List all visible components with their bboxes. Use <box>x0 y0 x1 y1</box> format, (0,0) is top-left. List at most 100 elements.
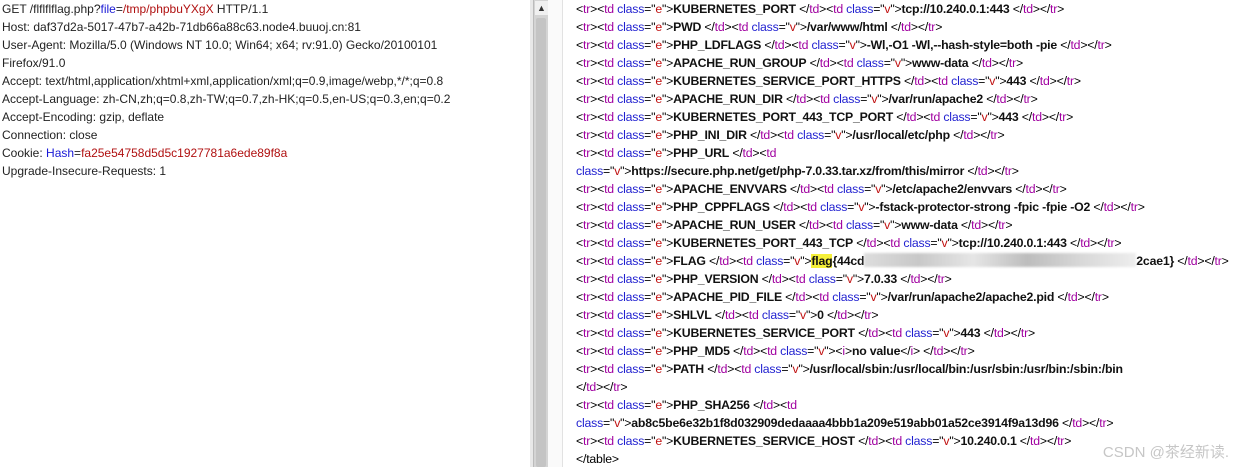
code-token: < <box>825 218 833 232</box>
code-token: </ <box>781 290 796 304</box>
code-token: > <box>1101 290 1109 304</box>
code-token: < <box>576 434 583 448</box>
code-token: ></ <box>987 164 1005 178</box>
code-token: td <box>742 146 753 160</box>
code-token: =" <box>838 38 850 52</box>
env-value: /var/www/html <box>806 20 888 34</box>
code-token: "> <box>841 128 853 142</box>
scroll-up-arrow-icon[interactable]: ▲ <box>535 1 548 15</box>
code-token: class <box>793 128 825 142</box>
code-token: "> <box>987 110 999 124</box>
code-token: "> <box>661 290 674 304</box>
scrollbar-thumb[interactable] <box>536 18 546 467</box>
source-line: </table> <box>576 450 619 468</box>
code-token: td <box>760 128 771 142</box>
code-token: =" <box>783 254 795 268</box>
response-pane: <tr><td class="e">KUBERNETES_PORT </td><… <box>563 0 1243 467</box>
code-token: =" <box>644 182 656 196</box>
code-token: e <box>655 74 662 88</box>
code-token: class <box>816 200 848 214</box>
code-token: "> <box>661 272 674 286</box>
env-key: PATH <box>673 362 704 376</box>
code-token: </ <box>919 344 934 358</box>
code-token: e <box>655 2 662 16</box>
code-token: td <box>819 56 830 70</box>
env-value: 0 <box>817 308 824 322</box>
code-token: < <box>576 254 583 268</box>
code-token: > <box>1027 326 1035 340</box>
code-token: > <box>1221 254 1229 268</box>
code-token: td <box>604 146 614 160</box>
scrollbar[interactable]: ▲ <box>533 0 549 467</box>
param-name: file <box>100 2 116 16</box>
code-token: tr <box>1094 290 1102 304</box>
code-token: "> <box>881 182 893 196</box>
env-value: no value <box>851 344 901 358</box>
code-token: </ <box>1012 182 1026 196</box>
code-token: < <box>576 308 583 322</box>
code-token: < <box>788 272 796 286</box>
code-token: </ <box>983 92 997 106</box>
code-token: class <box>613 200 645 214</box>
code-token: </ <box>900 344 911 358</box>
env-value: 443 <box>1006 74 1027 88</box>
code-token: ></ <box>1080 38 1098 52</box>
code-token: </ <box>1058 416 1073 430</box>
env-value: ab8c5be6e32b1f8d032909dedaaaa4bbb1a209e5… <box>631 416 1059 430</box>
code-token: </ <box>769 200 784 214</box>
code-token: > <box>773 398 780 412</box>
code-token: =" <box>644 344 656 358</box>
code-token: </ <box>853 236 867 250</box>
code-token: </ <box>980 326 994 340</box>
code-token: td <box>767 344 777 358</box>
env-value: www-data <box>901 218 958 232</box>
code-token: ></ <box>1003 326 1021 340</box>
header-line: Firefox/91.0 <box>2 56 66 70</box>
code-token: </ <box>729 344 744 358</box>
code-token: > <box>829 56 837 70</box>
code-token: =" <box>872 218 885 232</box>
header-line: Accept: text/html,application/xhtml+xml,… <box>2 74 444 88</box>
env-key: KUBERNETES_PORT_443_TCP <box>673 236 854 250</box>
code-token: td <box>604 344 614 358</box>
source-line: <tr><td class="e">SHLVL </td><td class="… <box>576 306 879 324</box>
code-token: td <box>604 20 614 34</box>
code-token: "> <box>661 38 674 52</box>
code-token: </ <box>854 434 869 448</box>
code-token: < <box>576 272 583 286</box>
code-token: td <box>604 2 614 16</box>
code-token: ></ <box>910 20 929 34</box>
code-token: class <box>613 290 645 304</box>
code-token: </ <box>576 380 587 394</box>
code-token: td <box>724 308 735 322</box>
code-token: "> <box>620 164 632 178</box>
code-token: td <box>914 74 925 88</box>
code-token: "> <box>890 218 902 232</box>
code-token: "> <box>805 308 818 322</box>
cookie-value: fa25e54758d5d5c1927781a6ede89f8a <box>81 146 288 160</box>
code-token: e <box>655 110 662 124</box>
code-token: =" <box>644 38 656 52</box>
code-token: e <box>655 398 662 412</box>
source-line: <tr><td class="e">APACHE_RUN_DIR </td><t… <box>576 90 1038 108</box>
code-token: =" <box>644 236 656 250</box>
code-token: > <box>818 218 826 232</box>
code-token: </ <box>729 146 743 160</box>
code-token: < <box>760 344 768 358</box>
env-key: PHP_VERSION <box>673 272 759 286</box>
code-token: class <box>613 2 645 16</box>
code-token: ></ <box>1090 236 1108 250</box>
code-token: < <box>576 74 583 88</box>
code-token: td <box>795 272 806 286</box>
code-token: td <box>741 362 752 376</box>
code-token: "> <box>661 308 674 322</box>
code-token: =" <box>883 56 895 70</box>
code-token: td <box>604 110 614 124</box>
code-token: td <box>604 362 614 376</box>
code-token: td <box>809 2 820 16</box>
env-key: PHP_LDFLAGS <box>673 38 762 52</box>
code-token: "> <box>661 326 674 340</box>
source-line: <tr><td class="e">PHP_SHA256 </td><td <box>576 396 797 414</box>
env-value: /usr/local/etc/php <box>852 128 950 142</box>
source-line: <tr><td class="e">KUBERNETES_SERVICE_POR… <box>576 72 1081 90</box>
